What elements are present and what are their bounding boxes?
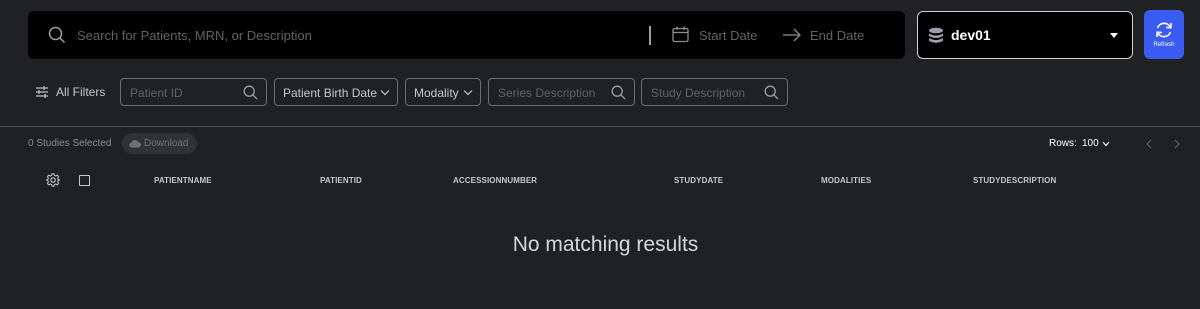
search-icon — [611, 85, 626, 100]
all-filters-toggle[interactable]: All Filters — [35, 83, 105, 101]
patient-id-filter — [120, 78, 267, 106]
empty-state-message: No matching results — [512, 233, 699, 256]
caret-down-icon — [1110, 33, 1118, 38]
series-description-filter — [488, 78, 635, 106]
column-header-accessionnumber[interactable]: ACCESSIONNUMBER — [453, 176, 537, 185]
modality-label: Modality — [414, 86, 459, 100]
search-divider — [649, 26, 651, 45]
studies-selected-count: 0 Studies Selected — [28, 138, 112, 149]
start-date-field[interactable]: Start Date — [699, 28, 758, 43]
column-header-modalities[interactable]: MODALITIES — [821, 176, 871, 185]
gear-icon[interactable] — [46, 173, 60, 187]
column-header-studydate[interactable]: STUDYDATE — [674, 176, 723, 185]
search-bar: Start Date End Date — [28, 11, 905, 59]
rows-per-page-select[interactable]: 100 — [1082, 138, 1099, 149]
column-header-studydescription[interactable]: STUDYDESCRIPTION — [973, 176, 1056, 185]
sliders-icon — [36, 86, 48, 98]
search-icon — [48, 26, 66, 44]
series-description-input[interactable] — [498, 85, 598, 101]
refresh-label: Refresh — [1153, 42, 1175, 48]
study-description-input[interactable] — [651, 85, 751, 101]
calendar-icon[interactable] — [672, 26, 689, 43]
search-icon — [243, 85, 258, 100]
column-header-patientname[interactable]: PATIENTNAME — [154, 176, 212, 185]
refresh-icon — [1156, 22, 1172, 38]
chevron-down-icon — [463, 90, 473, 96]
search-icon — [764, 85, 779, 100]
download-label: Download — [144, 138, 189, 149]
previous-page-icon[interactable] — [1145, 139, 1153, 149]
cloud-download-icon — [129, 139, 141, 148]
column-header-patientid[interactable]: PATIENTID — [320, 176, 362, 185]
modality-filter[interactable]: Modality — [405, 78, 481, 106]
patient-birth-date-label: Patient Birth Date — [283, 86, 378, 100]
server-selector[interactable]: dev01 — [917, 11, 1133, 59]
refresh-button[interactable]: Refresh — [1144, 10, 1184, 59]
server-name: dev01 — [951, 27, 991, 43]
study-description-filter — [641, 78, 788, 106]
select-all-checkbox[interactable] — [79, 175, 90, 186]
patient-birth-date-filter[interactable]: Patient Birth Date — [274, 78, 398, 106]
end-date-field[interactable]: End Date — [810, 28, 864, 43]
download-button[interactable]: Download — [122, 133, 197, 154]
search-input[interactable] — [77, 25, 637, 45]
study-list-page: Start Date End Date dev01 Refresh — [0, 0, 1200, 309]
next-page-icon[interactable] — [1173, 139, 1181, 149]
all-filters-label: All Filters — [56, 85, 106, 99]
patient-id-input[interactable] — [130, 85, 230, 101]
arrow-right-icon — [783, 28, 801, 42]
header-divider — [0, 126, 1200, 127]
rows-label: Rows: — [1049, 138, 1077, 149]
chevron-down-icon[interactable] — [1102, 141, 1110, 147]
chevron-down-icon — [380, 90, 390, 96]
database-icon — [929, 27, 943, 43]
